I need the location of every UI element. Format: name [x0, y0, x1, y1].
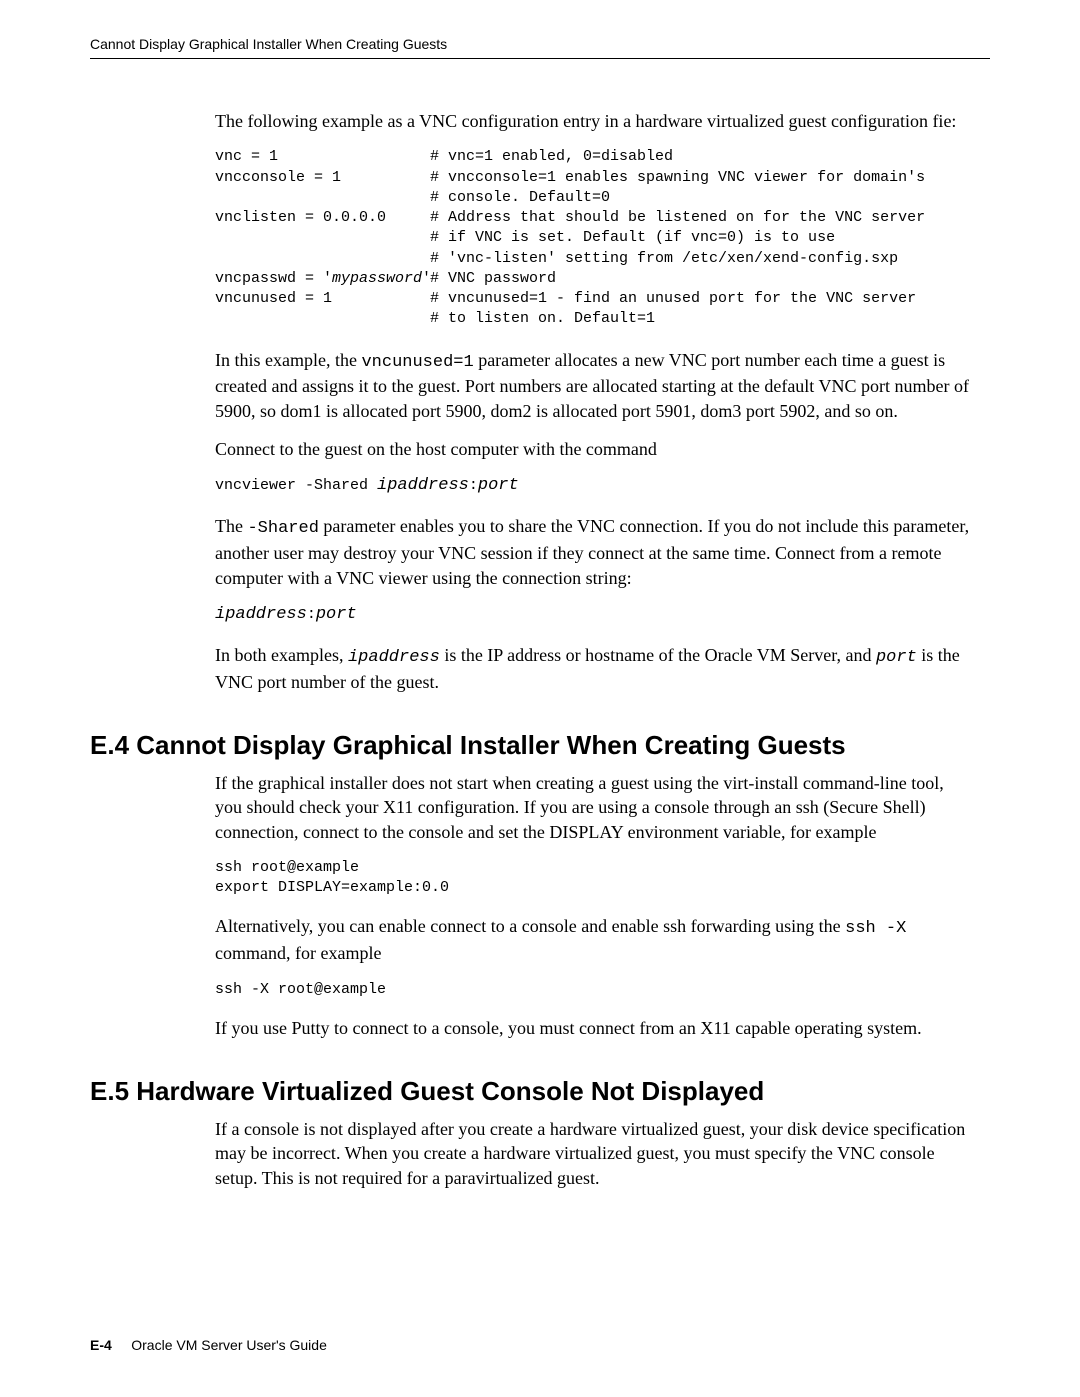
config-row: vnc = 1 # vnc=1 enabled, 0=disabled	[215, 147, 975, 167]
config-key	[215, 188, 430, 208]
running-header: Cannot Display Graphical Installer When …	[90, 36, 990, 59]
code-italic: ipaddress	[348, 648, 440, 667]
config-comment: # vncunused=1 - find an unused port for …	[430, 289, 916, 309]
config-key	[215, 249, 430, 269]
config-key: vncunused = 1	[215, 289, 430, 309]
code-block: ipaddress:port	[215, 604, 975, 627]
code-block: ssh root@example export DISPLAY=example:…	[215, 858, 975, 899]
code-italic: port	[316, 605, 357, 624]
code-italic: ipaddress	[215, 605, 307, 624]
paragraph: If a console is not displayed after you …	[215, 1117, 975, 1190]
text: vnc = 1	[215, 148, 278, 165]
text: is the IP address or hostname of the Ora…	[440, 645, 876, 665]
config-comment: # 'vnc-listen' setting from /etc/xen/xen…	[430, 249, 898, 269]
config-row: vncconsole = 1 # vncconsole=1 enables spa…	[215, 168, 975, 188]
inline-code: ssh -X	[845, 919, 906, 938]
code-italic: mypassword	[332, 270, 422, 287]
body-column: If a console is not displayed after you …	[215, 1117, 975, 1190]
code-block: ssh -X root@example	[215, 980, 975, 1000]
body-column: If the graphical installer does not star…	[215, 771, 975, 1040]
config-comment: # Address that should be listened on for…	[430, 208, 925, 228]
text: In both examples,	[215, 645, 348, 665]
config-row: # console. Default=0	[215, 188, 975, 208]
text: vncunused = 1	[215, 290, 332, 307]
paragraph: The following example as a VNC configura…	[215, 109, 975, 133]
config-comment: # console. Default=0	[430, 188, 610, 208]
inline-code: -Shared	[247, 519, 318, 538]
config-row: # 'vnc-listen' setting from /etc/xen/xen…	[215, 249, 975, 269]
text: The	[215, 516, 247, 536]
config-comment: # vnc=1 enabled, 0=disabled	[430, 147, 673, 167]
text: command, for example	[215, 943, 381, 963]
page-footer: E-4 Oracle VM Server User's Guide	[90, 1337, 327, 1353]
paragraph: In this example, the vncunused=1 paramet…	[215, 348, 975, 424]
config-comment: # vncconsole=1 enables spawning VNC view…	[430, 168, 925, 188]
code-block: vncviewer -Shared ipaddress:port	[215, 475, 975, 498]
body-column: The following example as a VNC configura…	[215, 109, 975, 694]
section-heading-e4: E.4 Cannot Display Graphical Installer W…	[90, 730, 990, 761]
paragraph: In both examples, ipaddress is the IP ad…	[215, 643, 975, 694]
code-italic: ipaddress	[377, 476, 469, 495]
text: vnclisten = 0.0.0.0	[215, 209, 386, 226]
text: vncpasswd = '	[215, 270, 332, 287]
config-comment: # to listen on. Default=1	[430, 309, 655, 329]
text: Alternatively, you can enable connect to…	[215, 916, 845, 936]
config-key: vncpasswd = 'mypassword'	[215, 269, 430, 289]
config-key: vnc = 1	[215, 147, 430, 167]
config-comment: # VNC password	[430, 269, 556, 289]
config-comment: # if VNC is set. Default (if vnc=0) is t…	[430, 228, 835, 248]
paragraph: The -Shared parameter enables you to sha…	[215, 514, 975, 590]
config-key: vncconsole = 1	[215, 168, 430, 188]
page: Cannot Display Graphical Installer When …	[0, 0, 1080, 1397]
paragraph: Connect to the guest on the host compute…	[215, 437, 975, 461]
text: :	[307, 606, 316, 623]
text: vncviewer -Shared	[215, 477, 377, 494]
paragraph: Alternatively, you can enable connect to…	[215, 914, 975, 965]
config-key	[215, 309, 430, 329]
footer-sep	[116, 1337, 128, 1353]
page-number: E-4	[90, 1337, 112, 1353]
config-row: vnclisten = 0.0.0.0 # Address that should…	[215, 208, 975, 228]
text: :	[469, 477, 478, 494]
text: parameter enables you to share the VNC c…	[215, 516, 969, 587]
config-row: # to listen on. Default=1	[215, 309, 975, 329]
config-key	[215, 228, 430, 248]
paragraph: If you use Putty to connect to a console…	[215, 1016, 975, 1040]
code-italic: port	[876, 648, 917, 667]
text: vncconsole = 1	[215, 169, 341, 186]
book-title: Oracle VM Server User's Guide	[131, 1337, 327, 1353]
inline-code: vncunused=1	[361, 353, 473, 372]
section-heading-e5: E.5 Hardware Virtualized Guest Console N…	[90, 1076, 990, 1107]
config-code-block: vnc = 1# vnc=1 enabled, 0=disabledvnccon…	[215, 147, 975, 329]
paragraph: If the graphical installer does not star…	[215, 771, 975, 844]
config-row: # if VNC is set. Default (if vnc=0) is t…	[215, 228, 975, 248]
config-key: vnclisten = 0.0.0.0	[215, 208, 430, 228]
code-italic: port	[478, 476, 519, 495]
config-row: vncpasswd = 'mypassword'# VNC password	[215, 269, 975, 289]
text: In this example, the	[215, 350, 361, 370]
config-row: vncunused = 1 # vncunused=1 - find an unu…	[215, 289, 975, 309]
